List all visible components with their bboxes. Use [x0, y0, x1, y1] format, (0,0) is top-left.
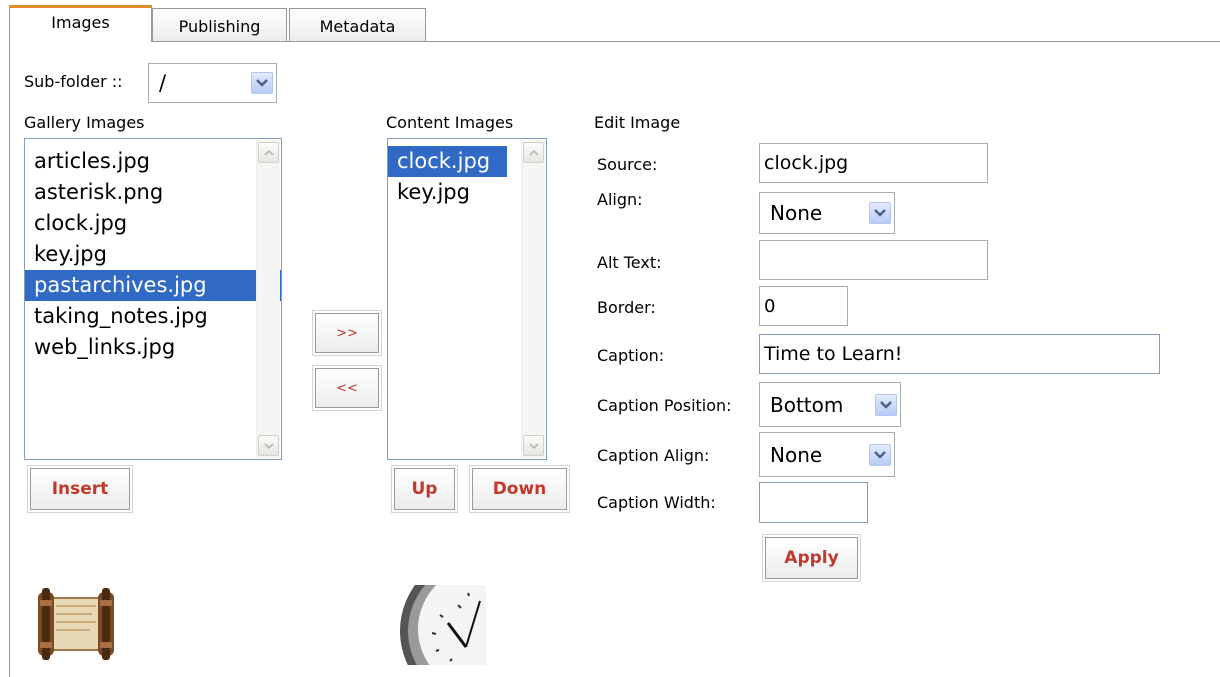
move-up-button[interactable]: Up: [391, 465, 458, 513]
clock-icon: [388, 585, 486, 665]
subfolder-value: /: [159, 71, 167, 95]
subfolder-label: Sub-folder ::: [24, 72, 123, 91]
border-label: Border:: [597, 298, 656, 317]
source-label: Source:: [597, 155, 658, 174]
subfolder-select[interactable]: /: [148, 63, 277, 103]
align-select[interactable]: None: [759, 192, 895, 234]
list-item[interactable]: articles.jpg: [25, 146, 281, 177]
tab-metadata[interactable]: Metadata: [289, 8, 426, 41]
move-down-button[interactable]: Down: [469, 465, 570, 513]
move-left-button[interactable]: <<: [312, 365, 382, 411]
list-item[interactable]: taking_notes.jpg: [25, 301, 281, 332]
scroll-up-icon[interactable]: [258, 142, 279, 163]
caption-position-value: Bottom: [770, 392, 844, 417]
caption-label: Caption:: [597, 346, 665, 365]
gallery-scrollbar[interactable]: [256, 140, 280, 458]
scroll-down-icon[interactable]: [523, 435, 544, 456]
apply-button[interactable]: Apply: [762, 534, 861, 582]
caption-align-value: None: [770, 442, 823, 467]
chevron-down-icon: [869, 202, 891, 224]
align-value: None: [770, 201, 823, 225]
source-field[interactable]: clock.jpg: [759, 143, 988, 183]
list-item[interactable]: clock.jpg: [388, 146, 507, 177]
caption-position-label: Caption Position:: [597, 396, 732, 415]
gallery-images-list[interactable]: articles.jpg asterisk.png clock.jpg key.…: [24, 138, 282, 460]
move-right-button[interactable]: >>: [312, 310, 382, 356]
align-label: Align:: [597, 190, 643, 209]
list-item[interactable]: asterisk.png: [25, 177, 281, 208]
caption-align-select[interactable]: None: [759, 432, 895, 477]
list-item[interactable]: pastarchives.jpg: [25, 270, 281, 301]
content-scrollbar[interactable]: [521, 140, 545, 458]
caption-width-label: Caption Width:: [597, 493, 716, 512]
tab-images[interactable]: Images: [9, 5, 152, 42]
caption-field[interactable]: Time to Learn!: [759, 334, 1160, 374]
scroll-icon: [30, 588, 122, 660]
alt-text-field[interactable]: [759, 240, 988, 280]
chevron-down-icon: [869, 443, 891, 466]
tab-publishing[interactable]: Publishing: [152, 8, 287, 41]
list-item[interactable]: key.jpg: [388, 177, 507, 208]
insert-button[interactable]: Insert: [27, 465, 133, 513]
caption-align-label: Caption Align:: [597, 446, 710, 465]
list-item[interactable]: key.jpg: [25, 239, 281, 270]
border-field[interactable]: 0: [759, 286, 848, 326]
edit-image-heading: Edit Image: [594, 113, 681, 132]
list-item[interactable]: clock.jpg: [25, 208, 281, 239]
scroll-down-icon[interactable]: [258, 435, 279, 456]
content-images-list[interactable]: clock.jpg key.jpg: [387, 138, 547, 460]
caption-position-select[interactable]: Bottom: [759, 382, 901, 427]
chevron-down-icon: [875, 393, 897, 416]
list-item[interactable]: web_links.jpg: [25, 332, 281, 363]
caption-width-field[interactable]: [759, 482, 868, 523]
alt-text-label: Alt Text:: [597, 253, 662, 272]
scroll-up-icon[interactable]: [523, 142, 544, 163]
chevron-down-icon: [251, 72, 273, 94]
panel-left-border: [9, 41, 10, 677]
gallery-images-heading: Gallery Images: [24, 113, 145, 132]
content-images-heading: Content Images: [386, 113, 514, 132]
